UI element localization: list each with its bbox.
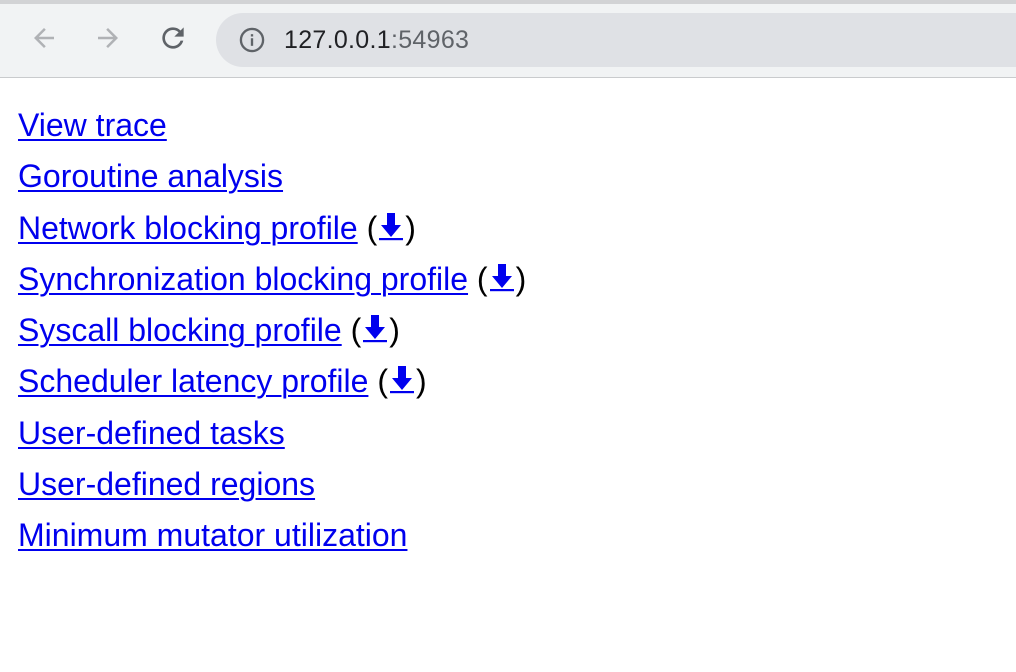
paren-close: ): [415, 363, 427, 400]
download-link[interactable]: [361, 307, 389, 358]
arrow-right-icon: [98, 28, 118, 48]
download-arrow-icon: [389, 366, 414, 394]
paren-open: (: [350, 312, 362, 349]
link-minimum-mutator-utilization[interactable]: Minimum mutator utilization: [18, 517, 407, 553]
link-syscall-blocking-profile[interactable]: Syscall blocking profile: [18, 312, 342, 348]
download-arrow-icon: [379, 212, 404, 240]
list-item: Scheduler latency profile (): [18, 356, 1016, 407]
link-network-blocking-profile[interactable]: Network blocking profile: [18, 210, 358, 246]
link-user-defined-tasks[interactable]: User-defined tasks: [18, 415, 285, 451]
address-bar[interactable]: 127.0.0.1:54963: [216, 13, 1016, 67]
paren-close: ): [405, 209, 416, 246]
download-link[interactable]: [488, 256, 516, 307]
info-icon[interactable]: [238, 26, 266, 54]
list-item: User-defined regions: [18, 459, 1016, 510]
paren-close: ): [515, 260, 527, 297]
download-link[interactable]: [388, 358, 416, 409]
forward-button[interactable]: [90, 20, 126, 56]
paren-open: (: [377, 363, 388, 400]
download-arrow-icon: [363, 315, 388, 343]
arrow-left-icon: [34, 28, 54, 48]
list-item: Synchronization blocking profile (): [18, 254, 1016, 305]
link-user-defined-regions[interactable]: User-defined regions: [18, 466, 315, 502]
list-item: Minimum mutator utilization: [18, 510, 1016, 561]
url-host: 127.0.0.1: [284, 25, 391, 54]
link-goroutine-analysis[interactable]: Goroutine analysis: [18, 158, 283, 194]
paren-open: (: [366, 209, 378, 246]
paren-open: (: [476, 260, 488, 297]
list-item: Goroutine analysis: [18, 151, 1016, 202]
link-scheduler-latency-profile[interactable]: Scheduler latency profile: [18, 363, 368, 399]
link-synchronization-blocking-profile[interactable]: Synchronization blocking profile: [18, 261, 468, 297]
list-item: Syscall blocking profile (): [18, 305, 1016, 356]
download-link[interactable]: [377, 205, 405, 256]
list-item: View trace: [18, 100, 1016, 151]
back-button[interactable]: [26, 20, 62, 56]
link-view-trace[interactable]: View trace: [18, 107, 167, 143]
list-item: User-defined tasks: [18, 408, 1016, 459]
list-item: Network blocking profile (): [18, 203, 1016, 254]
paren-close: ): [389, 312, 400, 349]
url-port: :54963: [390, 25, 470, 54]
reload-icon: [162, 27, 184, 49]
download-arrow-icon: [489, 263, 514, 292]
page-content: View trace Goroutine analysis Network bloc…: [0, 78, 1016, 562]
reload-button[interactable]: [155, 20, 191, 56]
url-text[interactable]: 127.0.0.1:54963: [284, 26, 469, 55]
browser-toolbar: 127.0.0.1:54963: [0, 0, 1016, 78]
